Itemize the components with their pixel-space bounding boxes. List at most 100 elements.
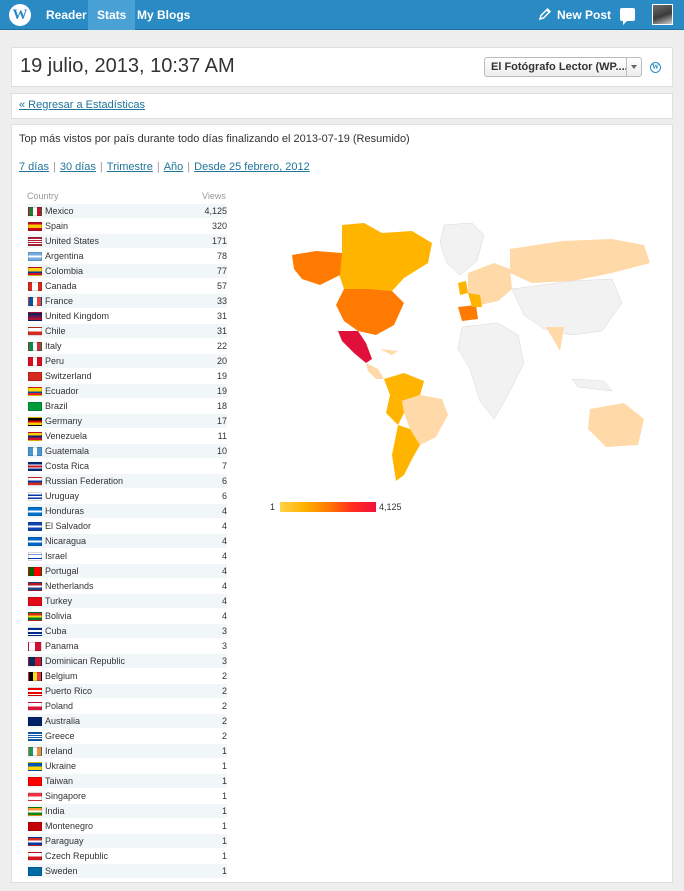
country-name: Russian Federation bbox=[45, 476, 124, 486]
comment-bubble-icon[interactable] bbox=[620, 8, 635, 25]
country-name: Portugal bbox=[45, 566, 79, 576]
table-row: Chile 31 bbox=[27, 324, 227, 339]
table-row: Montenegro 1 bbox=[27, 819, 227, 834]
table-row: Brazil 18 bbox=[27, 399, 227, 414]
wordpress-icon[interactable]: W bbox=[650, 62, 661, 73]
country-name: Panama bbox=[45, 641, 79, 651]
country-views: 1 bbox=[221, 761, 227, 771]
country-name: Paraguay bbox=[45, 836, 84, 846]
country-views: 1 bbox=[221, 776, 227, 786]
flag-icon bbox=[28, 297, 42, 306]
map-australia bbox=[588, 403, 644, 447]
map-asia bbox=[511, 278, 623, 336]
table-row: Spain 320 bbox=[27, 219, 227, 234]
wordpress-logo-icon[interactable]: W bbox=[9, 4, 31, 26]
country-name: Sweden bbox=[45, 866, 78, 876]
nav-my-blogs[interactable]: My Blogs bbox=[128, 0, 199, 30]
flag-icon bbox=[28, 807, 42, 816]
country-name: Argentina bbox=[45, 251, 84, 261]
table-row: Switzerland 19 bbox=[27, 369, 227, 384]
map-mexico bbox=[338, 331, 372, 363]
country-name: El Salvador bbox=[45, 521, 92, 531]
table-row: Italy 22 bbox=[27, 339, 227, 354]
country-name: France bbox=[45, 296, 74, 306]
country-views: 171 bbox=[211, 236, 227, 246]
flag-icon bbox=[28, 387, 42, 396]
country-views: 4,125 bbox=[204, 206, 227, 216]
avatar[interactable] bbox=[652, 4, 673, 25]
map-legend: 1 4,125 bbox=[270, 499, 420, 515]
new-post-button[interactable]: New Post bbox=[538, 0, 611, 30]
table-row: Canada 57 bbox=[27, 279, 227, 294]
country-views: 78 bbox=[216, 251, 227, 261]
separator: | bbox=[99, 161, 103, 173]
map-india bbox=[546, 327, 564, 351]
flag-icon bbox=[28, 837, 42, 846]
period-30-days[interactable]: 30 días bbox=[60, 161, 96, 173]
report-heading: Top más vistos por país durante todo día… bbox=[19, 133, 410, 145]
country-name: Ireland bbox=[45, 746, 73, 756]
country-name: Brazil bbox=[45, 401, 68, 411]
country-name: Costa Rica bbox=[45, 461, 90, 471]
flag-icon bbox=[28, 222, 42, 231]
country-name: Australia bbox=[45, 716, 81, 726]
country-views: 77 bbox=[216, 266, 227, 276]
period-quarter[interactable]: Trimestre bbox=[107, 161, 153, 173]
flag-icon bbox=[28, 372, 42, 381]
separator: | bbox=[187, 161, 191, 173]
country-views: 17 bbox=[216, 416, 227, 426]
country-name: India bbox=[45, 806, 65, 816]
flag-icon bbox=[28, 777, 42, 786]
table-row: Dominican Republic 3 bbox=[27, 654, 227, 669]
nav-reader[interactable]: Reader bbox=[37, 0, 96, 30]
country-views: 22 bbox=[216, 341, 227, 351]
table-row: Greece 2 bbox=[27, 729, 227, 744]
country-views: 2 bbox=[221, 731, 227, 741]
country-views: 3 bbox=[221, 626, 227, 636]
table-row: Czech Republic 1 bbox=[27, 849, 227, 864]
flag-icon bbox=[28, 702, 42, 711]
back-panel: « Regresar a Estadísticas bbox=[11, 93, 673, 119]
country-views: 4 bbox=[221, 536, 227, 546]
blog-select[interactable]: El Fotógrafo Lector (WP.... bbox=[484, 57, 642, 77]
country-views: 20 bbox=[216, 356, 227, 366]
table-row: Israel 4 bbox=[27, 549, 227, 564]
country-name: Uruguay bbox=[45, 491, 80, 501]
back-to-stats-link[interactable]: « Regresar a Estadísticas bbox=[19, 99, 145, 111]
flag-icon bbox=[28, 522, 42, 531]
period-all-time[interactable]: Desde 25 febrero, 2012 bbox=[194, 161, 310, 173]
country-views: 4 bbox=[221, 611, 227, 621]
flag-icon bbox=[28, 582, 42, 591]
flag-icon bbox=[28, 537, 42, 546]
flag-icon bbox=[28, 822, 42, 831]
map-france bbox=[468, 293, 482, 307]
blog-select-value: El Fotógrafo Lector (WP.... bbox=[491, 61, 628, 73]
period-7-days[interactable]: 7 días bbox=[19, 161, 49, 173]
table-row: United States 171 bbox=[27, 234, 227, 249]
table-row: Ecuador 19 bbox=[27, 384, 227, 399]
country-name: Nicaragua bbox=[45, 536, 87, 546]
table-row: Colombia 77 bbox=[27, 264, 227, 279]
country-views: 4 bbox=[221, 596, 227, 606]
flag-icon bbox=[28, 312, 42, 321]
country-name: Mexico bbox=[45, 206, 74, 216]
country-name: Taiwan bbox=[45, 776, 74, 786]
date-panel: 19 julio, 2013, 10:37 AM El Fotógrafo Le… bbox=[11, 47, 673, 87]
country-name: Chile bbox=[45, 326, 66, 336]
country-views: 1 bbox=[221, 836, 227, 846]
country-name: Ecuador bbox=[45, 386, 79, 396]
flag-icon bbox=[28, 342, 42, 351]
pencil-icon bbox=[538, 7, 552, 21]
chevron-down-icon bbox=[626, 58, 641, 76]
flag-icon bbox=[28, 492, 42, 501]
country-name: Netherlands bbox=[45, 581, 94, 591]
country-views: 19 bbox=[216, 371, 227, 381]
flag-icon bbox=[28, 477, 42, 486]
country-name: Italy bbox=[45, 341, 62, 351]
legend-gradient bbox=[280, 502, 376, 512]
period-year[interactable]: Año bbox=[164, 161, 184, 173]
table-row: Portugal 4 bbox=[27, 564, 227, 579]
country-views: 31 bbox=[216, 326, 227, 336]
world-map[interactable] bbox=[272, 223, 667, 483]
map-countries bbox=[292, 223, 650, 481]
